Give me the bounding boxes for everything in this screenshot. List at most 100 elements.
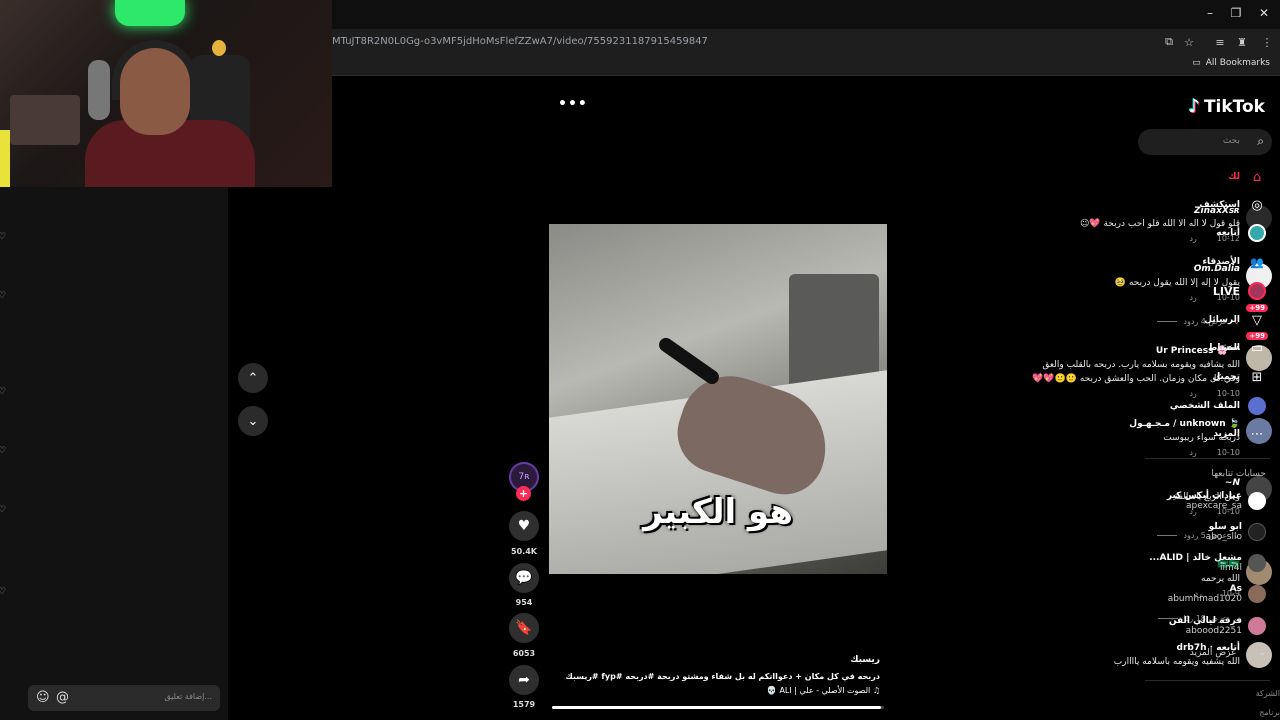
footer-program-link[interactable]: برنامج: [1259, 708, 1280, 717]
comment-input-placeholder: إضافة تعليق...: [164, 692, 212, 701]
search-icon[interactable]: ⌕: [1257, 134, 1264, 149]
close-window-button[interactable]: ✕: [1248, 0, 1280, 26]
cast-icon[interactable]: ⧉: [1160, 33, 1178, 51]
like-button[interactable]: ♥: [509, 511, 539, 541]
comment-reply-link[interactable]: رد: [1189, 234, 1196, 243]
bookmark-star-icon[interactable]: ☆: [1180, 33, 1198, 51]
comment-like-icon[interactable]: ♡: [0, 587, 6, 597]
share-arrow-icon: ➦: [518, 672, 530, 688]
save-button[interactable]: 🔖: [509, 613, 539, 643]
next-video-button[interactable]: ⌄: [238, 406, 268, 436]
sidebar-divider: [1145, 458, 1270, 459]
all-bookmarks-button[interactable]: ▭ All Bookmarks: [1192, 58, 1270, 68]
video-author[interactable]: ريسبك: [850, 655, 880, 665]
nav-messages[interactable]: الرسائل ▽ +99: [1204, 304, 1268, 331]
activity-glyph: ▭: [1250, 340, 1264, 356]
webcam-yellow-light: [0, 130, 10, 187]
nav-label: الرسائل: [1204, 315, 1240, 325]
more-icon: ⋯: [1250, 426, 1264, 442]
comment-reply-link[interactable]: رد: [1189, 448, 1196, 457]
chevron-down-icon: ⌄: [247, 413, 259, 429]
video-progress-fill: [552, 706, 881, 709]
account-name: مشعل خالد | ALID...: [1149, 553, 1242, 563]
bookmark-icon: 🔖: [515, 620, 533, 636]
nav-label: LIVE: [1212, 284, 1240, 298]
comment-like-icon[interactable]: ♡: [0, 291, 6, 301]
comment-like-icon[interactable]: ♡: [0, 387, 6, 397]
heart-icon: ♥: [517, 518, 531, 534]
comment-count: 954: [515, 598, 533, 607]
video-description: دربحه في كل مكان + دعوااتكم له بل شفاء و…: [565, 672, 880, 681]
nav-following[interactable]: أتابعه: [1216, 222, 1266, 244]
comment-like-icon[interactable]: ♡: [0, 446, 6, 456]
video-player[interactable]: هو الكبير: [549, 224, 887, 574]
following-account[interactable]: فرقة ليالي الفن aboood2251: [1169, 612, 1266, 640]
account-handle: aboood2251: [1185, 626, 1242, 636]
comment-text: الله يشفيه ويقومه باسلامه ياااارب: [1113, 657, 1240, 667]
mention-icon[interactable]: @: [56, 690, 69, 705]
account-handle: abo_sllo: [1205, 532, 1242, 542]
share-count: 1579: [512, 700, 536, 709]
video-progress-bar[interactable]: [552, 706, 884, 709]
url-text[interactable]: MTuJT8R2N0L0Gg-o3vMF5jdHoMsFlefZZwA7/vid…: [332, 36, 708, 47]
nav-label: النشاط: [1207, 343, 1240, 353]
activity-icon: ▭ +99: [1246, 332, 1268, 357]
comment-button[interactable]: 💬: [509, 563, 539, 593]
comment-like-icon[interactable]: ♡: [0, 232, 6, 242]
nav-label: لك: [1228, 172, 1240, 182]
extension-icon[interactable]: ♜: [1233, 33, 1251, 51]
messages-glyph: ▽: [1252, 312, 1262, 328]
sidebar-divider: [1145, 680, 1270, 681]
nav-label: المزيد: [1213, 429, 1240, 439]
folder-icon: ▭: [1192, 58, 1201, 68]
nav-activity[interactable]: النشاط ▭ +99: [1207, 332, 1268, 359]
webcam-headphones: [112, 40, 198, 100]
more-options-icon[interactable]: •••: [558, 96, 588, 112]
messages-icon: ▽ +99: [1246, 304, 1268, 329]
following-account[interactable]: ابو سلو abo_sllo: [1206, 518, 1266, 546]
nav-friends[interactable]: الأصدقاء 👥: [1202, 251, 1266, 273]
comment-like-icon[interactable]: ♡: [0, 505, 6, 515]
nav-upload[interactable]: تحميل ⊞: [1212, 366, 1266, 388]
account-avatar: [1248, 585, 1266, 603]
footer-company-link[interactable]: الشركة: [1256, 689, 1280, 698]
emoji-icon[interactable]: ☺: [36, 690, 50, 705]
follow-plus-button[interactable]: +: [516, 486, 531, 501]
see-more-button[interactable]: عرض المزيد ⌄: [1190, 648, 1266, 658]
following-account[interactable]: عيادات أبكس كير apexcare_sa: [1167, 487, 1266, 515]
nav-label: تحميل: [1212, 372, 1240, 382]
nav-for-you[interactable]: لك ⌂: [1228, 166, 1266, 188]
nav-profile[interactable]: الملف الشخصي: [1170, 395, 1266, 417]
nav-more[interactable]: المزيد ⋯: [1213, 423, 1266, 445]
media-control-icon[interactable]: ≡: [1211, 33, 1229, 51]
following-account[interactable]: As abumhmad1020: [1168, 580, 1266, 608]
see-more-label: عرض المزيد: [1189, 648, 1237, 658]
following-account[interactable]: مشعل خالد | ALID... iim4l: [1149, 549, 1266, 577]
account-handle: abumhmad1020: [1167, 594, 1242, 604]
account-avatar: [1248, 523, 1266, 541]
nav-live[interactable]: LIVE: [1213, 280, 1266, 302]
comment-reply-link[interactable]: رد: [1189, 293, 1196, 302]
browser-menu-icon[interactable]: ⋮: [1258, 33, 1276, 51]
friends-icon: 👥: [1250, 255, 1264, 269]
account-avatar: [1248, 617, 1266, 635]
following-accounts-title: حسابات تتابعها: [1211, 469, 1266, 479]
previous-video-button[interactable]: ⌃: [238, 363, 268, 393]
profile-avatar-icon: [1248, 397, 1266, 415]
tiktok-logo[interactable]: ♪ TikTok: [1188, 96, 1265, 117]
nav-explore[interactable]: استكشف ◎: [1199, 194, 1266, 216]
share-button[interactable]: ➦: [509, 665, 539, 695]
live-avatar-icon: [1248, 282, 1266, 300]
account-avatar: [1248, 554, 1266, 572]
comment-bubble-icon: 💬: [515, 570, 533, 586]
comment-input[interactable]: ☺ @ إضافة تعليق...: [28, 685, 220, 711]
account-name: فرقة ليالي الفن: [1168, 616, 1242, 626]
save-count: 6053: [512, 649, 536, 658]
account-handle: iim4l: [1220, 563, 1242, 573]
search-input[interactable]: بحث ⌕: [1138, 129, 1272, 155]
webcam-emblem: [212, 40, 226, 56]
search-placeholder: بحث: [1222, 136, 1240, 146]
comment-date: 10-10: [1216, 448, 1240, 457]
comments-panel: [0, 187, 228, 720]
video-music[interactable]: ♫ الصوت الأصلي - علي | ALI 💀: [767, 686, 880, 695]
